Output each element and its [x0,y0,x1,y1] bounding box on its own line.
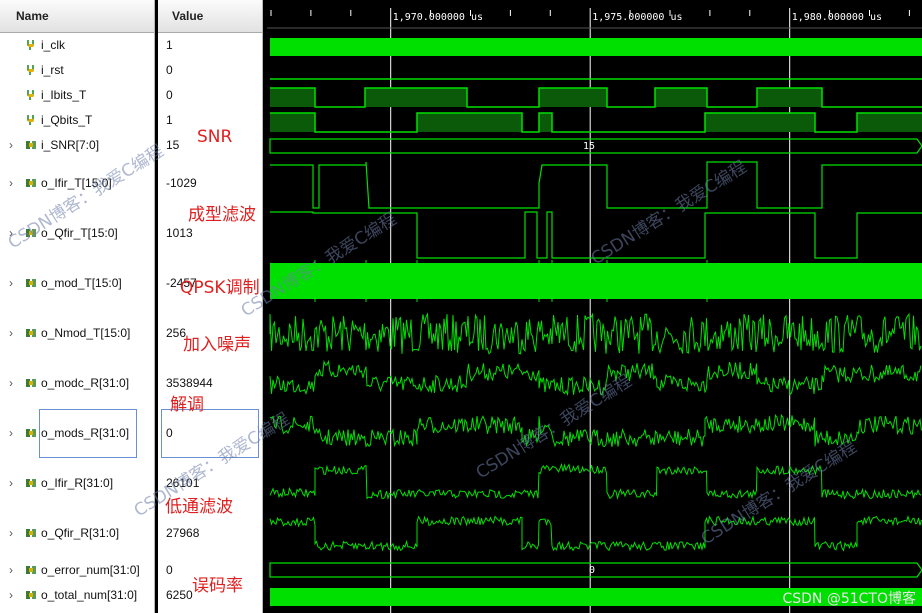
expand-chevron-icon[interactable]: › [9,588,13,602]
time-tick-label: 1,975.000000 us [592,12,682,23]
bus-signal-icon [25,377,37,389]
signal-name: o_Nmod_T[15:0] [41,326,131,340]
i_Ibits_T-waveform-fill [365,88,467,107]
o_Nmod_T-waveform [269,312,922,355]
signal-value: -1029 [166,176,197,190]
signal-name: o_Ifir_R[31:0] [41,476,114,490]
expand-chevron-icon[interactable]: › [9,176,13,190]
i_Ibits_T-waveform-fill [270,88,315,107]
signal-value: 3538944 [166,376,213,390]
o_mod_T-waveform [270,263,922,299]
bus-signal-icon [25,527,37,539]
i_Ibits_T-waveform-fill [757,88,822,107]
bus-signal-icon [25,139,37,151]
time-tick-label: 1,970.000000 us [393,12,483,23]
bit-signal-icon [25,89,37,101]
annotation-add-noise: 加入噪声 [183,335,251,355]
signal-value: 0 [166,563,173,577]
bus-signal-icon [25,427,37,439]
signal-name: o_modc_R[31:0] [41,376,130,390]
time-tick-label: 1,980.000000 us [792,12,882,23]
name-column-header[interactable]: Name [0,0,154,33]
bus-signal-icon [25,277,37,289]
signal-names-panel: Name i_clk i_rst i_Ibits_T i_Qbits_T › i_SNR[… [0,0,155,613]
signal-name: o_total_num[31:0] [41,588,138,602]
bus-signal-icon [25,589,37,601]
signal-name: i_SNR[7:0] [41,138,100,152]
i_clk-waveform [270,38,922,56]
bit-signal-icon [25,39,37,51]
bus-signal-icon [25,564,37,576]
signal-value: 15 [166,138,180,152]
signal-value: 6250 [166,588,193,602]
signal-name: o_mod_T[15:0] [41,276,122,290]
o_error_num-bus [269,562,922,578]
signal-name: i_clk [41,38,66,52]
selected-signal-outline [39,409,137,458]
o_Qfir_R-waveform [269,514,922,552]
expand-chevron-icon[interactable]: › [9,376,13,390]
signal-value: 0 [166,88,173,102]
signal-name: i_rst [41,63,64,77]
waveform-canvas[interactable]: 1,970.000000 us 1,975.000000 us 1,980.0000… [267,0,922,613]
i_Ibits_T-waveform-fill [655,88,707,107]
bus-signal-icon [25,177,37,189]
i_Qbits_T-waveform-fill [539,113,552,132]
signal-name: i_Ibits_T [41,88,87,102]
signal-value: 1013 [166,226,193,240]
annotation-ber: 误码率 [192,576,243,596]
snr-bus-value: 15 [583,141,595,152]
i_Qbits_T-waveform [270,112,922,133]
footer-watermark: CSDN @51CTO博客 [782,591,916,607]
i_Qbits_T-waveform-fill [270,113,315,132]
signal-value: 27968 [166,526,200,540]
bit-signal-icon [25,64,37,76]
annotation-snr: SNR [197,127,233,147]
expand-chevron-icon[interactable]: › [9,476,13,490]
expand-chevron-icon[interactable]: › [9,563,13,577]
i_Qbits_T-waveform-fill [705,113,815,132]
signal-name: o_Qfir_R[31:0] [41,526,120,540]
expand-chevron-icon[interactable]: › [9,426,13,440]
i_Qbits_T-waveform-fill [857,113,922,132]
signal-name: i_Qbits_T [41,113,93,127]
annotation-demod: 解调 [170,395,204,415]
expand-chevron-icon[interactable]: › [9,276,13,290]
o_Ifir_T-waveform [270,161,922,209]
signal-value: 0 [166,63,173,77]
i_Qbits_T-waveform-fill [417,113,522,132]
value-column-header[interactable]: Value [158,0,262,33]
signal-name: o_error_num[31:0] [41,563,140,577]
signal-value: 1 [166,113,173,127]
o_mods_R-waveform [269,413,922,448]
error-bus-value: 0 [589,565,595,576]
bit-signal-icon [25,114,37,126]
bus-signal-icon [25,327,37,339]
i_Ibits_T-waveform-fill [539,88,607,107]
i_SNR-bus [269,138,922,154]
signal-value: 1 [166,38,173,52]
bus-signal-icon [25,477,37,489]
waveform-viewer[interactable]: 1,970.000000 us 1,975.000000 us 1,980.0000… [267,0,922,613]
expand-chevron-icon[interactable]: › [9,526,13,540]
expand-chevron-icon[interactable]: › [9,326,13,340]
expand-chevron-icon[interactable]: › [9,138,13,152]
annotation-shaping-filter: 成型滤波 [188,205,256,225]
